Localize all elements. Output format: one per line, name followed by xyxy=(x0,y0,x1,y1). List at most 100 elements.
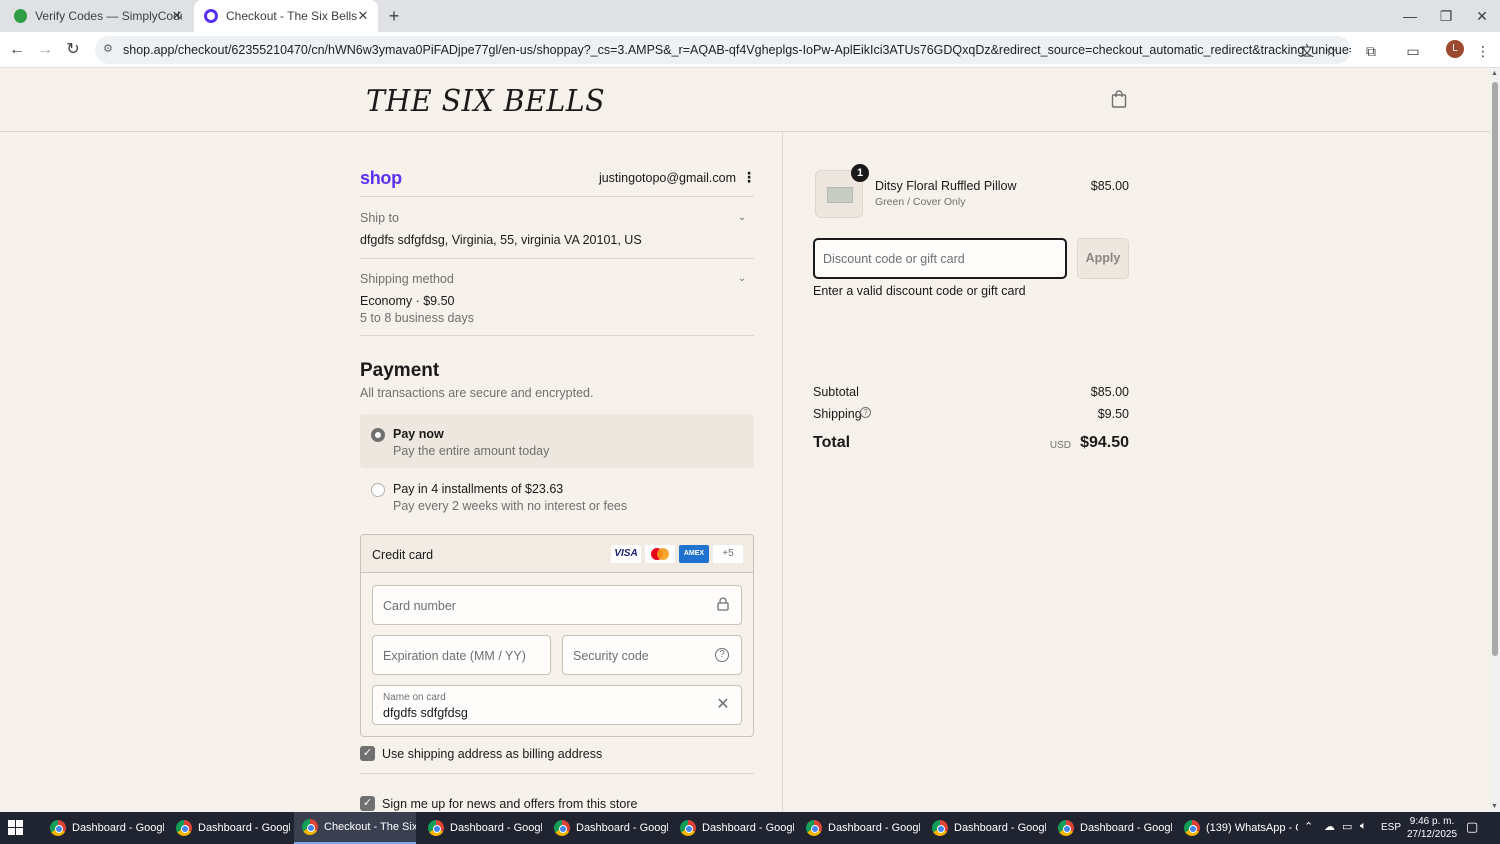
taskbar-item[interactable]: (139) WhatsApp - G... xyxy=(1176,812,1298,844)
payment-option-installments[interactable]: Pay in 4 installments of $23.63 Pay ever… xyxy=(360,468,754,522)
taskbar-item[interactable]: Dashboard - Googl... xyxy=(924,812,1046,844)
menu-kebab-icon[interactable]: ⋮ xyxy=(1472,40,1494,62)
network-icon[interactable]: ☁ xyxy=(1324,820,1335,833)
taskbar-item-label: Dashboard - Googl... xyxy=(72,822,164,834)
page-scrollbar[interactable]: ▲ ▼ xyxy=(1490,68,1500,812)
shipping-info-icon[interactable]: ? xyxy=(860,407,871,418)
reload-icon[interactable]: ↻ xyxy=(62,39,84,61)
checkbox-label: Sign me up for news and offers from this… xyxy=(382,797,638,811)
chrome-icon xyxy=(932,820,948,836)
taskbar-item-label: Dashboard - Googl... xyxy=(954,822,1046,834)
chrome-icon xyxy=(1184,820,1200,836)
translate-icon[interactable]: 文 xyxy=(1296,40,1318,62)
scroll-up-icon[interactable]: ▲ xyxy=(1491,70,1498,77)
total-currency: USD xyxy=(1049,440,1071,451)
product-name: Ditsy Floral Ruffled Pillow xyxy=(875,179,1017,193)
taskbar-item[interactable]: Checkout - The Six ... xyxy=(294,812,416,844)
security-code-field[interactable]: Security code ? xyxy=(562,635,742,675)
restore-icon[interactable]: ❐ xyxy=(1434,6,1458,26)
shipping-method-name: Economy · $9.50 xyxy=(360,294,455,308)
shipping-value: $9.50 xyxy=(1097,407,1129,421)
apply-discount-button[interactable]: Apply xyxy=(1077,238,1129,279)
radio-selected[interactable] xyxy=(371,428,385,442)
shipping-method-label: Shipping method xyxy=(360,272,454,286)
tab-search-icon[interactable]: ▭ xyxy=(1402,40,1424,62)
divider xyxy=(360,258,754,259)
taskbar-item[interactable]: Dashboard - Googl... xyxy=(42,812,164,844)
expiration-date-field[interactable]: Expiration date (MM / YY) xyxy=(372,635,551,675)
payment-title: Payment xyxy=(360,360,440,381)
chrome-icon xyxy=(428,820,444,836)
clear-x-icon[interactable]: ✕ xyxy=(715,697,731,713)
display-icon[interactable]: ▭ xyxy=(1342,820,1352,833)
shopping-bag-icon[interactable] xyxy=(1111,90,1127,108)
bookmark-star-icon[interactable]: ☆ xyxy=(1320,40,1342,62)
forward-icon[interactable]: → xyxy=(34,39,56,61)
simplycodes-favicon-icon xyxy=(14,9,28,23)
tab-close-icon[interactable]: ✕ xyxy=(170,9,184,23)
account-menu-icon[interactable]: ⋮ xyxy=(742,169,756,186)
column-divider xyxy=(782,132,783,812)
radio-unselected[interactable] xyxy=(371,483,385,497)
windows-start-icon[interactable] xyxy=(8,820,24,836)
credit-card-header[interactable]: Credit card VISA AMEX +5 xyxy=(361,535,753,573)
security-code-placeholder: Security code xyxy=(573,649,649,663)
chrome-icon xyxy=(554,820,570,836)
help-question-icon[interactable]: ? xyxy=(715,648,729,662)
taskbar-item[interactable]: Dashboard - Googl... xyxy=(420,812,542,844)
shipping-method-eta: 5 to 8 business days xyxy=(360,311,474,325)
taskbar-item-label: Dashboard - Googl... xyxy=(702,822,794,834)
lock-icon xyxy=(715,597,731,613)
quantity-badge: 1 xyxy=(851,164,869,182)
name-on-card-value: dfgdfs sdfgfdsg xyxy=(383,706,468,720)
back-icon[interactable]: ← xyxy=(6,39,28,61)
address-bar[interactable]: ⚙ shop.app/checkout/62355210470/cn/hWN6w… xyxy=(95,36,1351,64)
tab-simplycodes[interactable]: Verify Codes — SimplyCodes ✕ xyxy=(4,0,192,32)
extensions-icon[interactable]: ⧉ xyxy=(1360,40,1382,62)
notifications-icon[interactable]: ▢ xyxy=(1466,819,1478,835)
tab-close-icon[interactable]: ✕ xyxy=(356,9,370,23)
site-info-icon[interactable]: ⚙ xyxy=(103,42,117,56)
scroll-down-icon[interactable]: ▼ xyxy=(1491,803,1498,810)
checkbox-checked[interactable]: ✓ xyxy=(360,746,375,761)
discount-error-message: Enter a valid discount code or gift card xyxy=(813,284,1026,298)
tab-title: Verify Codes — SimplyCodes xyxy=(35,9,182,23)
shop-brand-logo: shop xyxy=(360,168,402,188)
account-email: justingotopo@gmail.com xyxy=(598,171,736,185)
url-text: shop.app/checkout/62355210470/cn/hWN6w3y… xyxy=(123,43,1351,57)
taskbar-item[interactable]: Dashboard - Googl... xyxy=(1050,812,1172,844)
tab-checkout[interactable]: Checkout - The Six Bells ✕ xyxy=(194,0,378,32)
taskbar-item-label: (139) WhatsApp - G... xyxy=(1206,822,1298,834)
total-value: $94.50 xyxy=(1080,434,1129,451)
scroll-thumb[interactable] xyxy=(1492,82,1498,656)
new-tab-icon[interactable]: + xyxy=(384,6,404,26)
subtotal-value: $85.00 xyxy=(1090,385,1129,399)
chevron-down-icon[interactable]: ⌄ xyxy=(736,212,748,224)
store-logo[interactable]: THE SIX BELLS xyxy=(366,84,605,119)
taskbar-item[interactable]: Dashboard - Googl... xyxy=(798,812,920,844)
taskbar-item[interactable]: Dashboard - Googl... xyxy=(168,812,290,844)
show-hidden-icons-icon[interactable]: ⌃ xyxy=(1304,820,1313,833)
minimize-icon[interactable]: — xyxy=(1398,6,1422,26)
ship-to-label: Ship to xyxy=(360,211,399,225)
card-number-field[interactable]: Card number xyxy=(372,585,742,625)
name-on-card-field[interactable]: Name on card dfgdfs sdfgfdsg ✕ xyxy=(372,685,742,725)
divider xyxy=(360,196,754,197)
chrome-icon xyxy=(176,820,192,836)
payment-option-pay-now[interactable]: Pay now Pay the entire amount today xyxy=(360,414,754,468)
profile-avatar[interactable]: L xyxy=(1446,40,1464,58)
chrome-icon xyxy=(1058,820,1074,836)
checkbox-checked[interactable]: ✓ xyxy=(360,796,375,811)
discount-code-input[interactable]: Discount code or gift card xyxy=(813,238,1067,279)
close-window-icon[interactable]: ✕ xyxy=(1470,6,1494,26)
taskbar-item-label: Dashboard - Googl... xyxy=(1080,822,1172,834)
volume-icon[interactable]: 🔈︎ xyxy=(1360,820,1367,833)
system-clock[interactable]: 9:46 p. m. 27/12/2025 xyxy=(1404,815,1460,841)
taskbar-item[interactable]: Dashboard - Googl... xyxy=(546,812,668,844)
chevron-down-icon[interactable]: ⌄ xyxy=(736,273,748,285)
divider xyxy=(360,335,754,336)
product-price: $85.00 xyxy=(1090,179,1129,193)
language-indicator[interactable]: ESP xyxy=(1381,822,1401,833)
windows-taskbar: Dashboard - Googl... Dashboard - Googl..… xyxy=(0,812,1500,844)
taskbar-item[interactable]: Dashboard - Googl... xyxy=(672,812,794,844)
